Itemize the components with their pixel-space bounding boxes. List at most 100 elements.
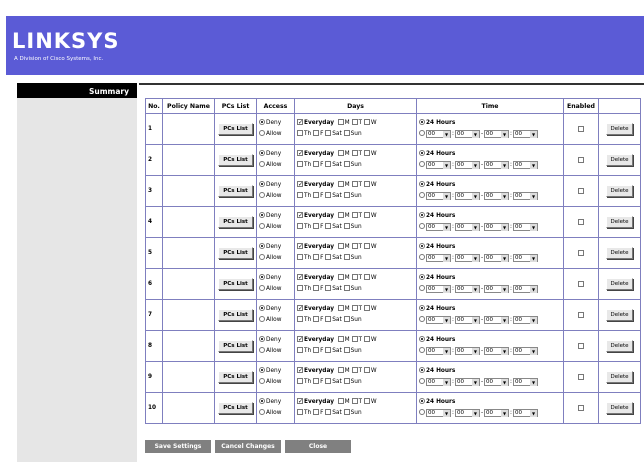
end-hour-select[interactable]: 00 ▼ bbox=[484, 253, 510, 262]
everyday-checkbox[interactable] bbox=[297, 367, 303, 374]
everyday-checkbox[interactable] bbox=[297, 181, 303, 188]
deny-radio[interactable] bbox=[259, 212, 265, 218]
deny-radio[interactable] bbox=[259, 336, 265, 342]
delete-button[interactable]: Delete bbox=[606, 247, 633, 259]
enabled-checkbox[interactable] bbox=[577, 156, 584, 163]
close-button[interactable]: Close bbox=[285, 440, 351, 453]
wednesday-checkbox[interactable] bbox=[363, 305, 370, 311]
thursday-checkbox[interactable] bbox=[297, 378, 303, 384]
monday-checkbox[interactable] bbox=[337, 243, 344, 249]
start-hour-select[interactable]: 00 ▼ bbox=[426, 346, 451, 355]
all-day-radio[interactable] bbox=[419, 243, 425, 249]
pcs-list-button[interactable]: PCs List bbox=[218, 309, 253, 321]
start-minute-select[interactable]: 00 ▼ bbox=[454, 284, 480, 293]
start-hour-select[interactable]: 00 ▼ bbox=[426, 377, 451, 386]
access-deny-option[interactable]: Deny bbox=[259, 242, 292, 253]
everyday-checkbox[interactable] bbox=[297, 398, 303, 405]
sunday-checkbox[interactable] bbox=[343, 409, 350, 415]
sunday-checkbox[interactable] bbox=[343, 223, 350, 229]
sunday-checkbox[interactable] bbox=[343, 285, 350, 291]
pcs-list-button[interactable]: PCs List bbox=[218, 154, 253, 166]
access-deny-option[interactable]: Deny bbox=[259, 149, 292, 160]
sunday-checkbox[interactable] bbox=[343, 378, 350, 384]
saturday-checkbox[interactable] bbox=[325, 316, 332, 322]
wednesday-checkbox[interactable] bbox=[363, 150, 370, 156]
enabled-checkbox[interactable] bbox=[577, 187, 584, 194]
end-minute-select[interactable]: 00 ▼ bbox=[513, 377, 538, 386]
enabled-checkbox[interactable] bbox=[577, 404, 584, 411]
time-range-radio[interactable] bbox=[419, 223, 425, 229]
thursday-checkbox[interactable] bbox=[297, 192, 303, 198]
friday-checkbox[interactable] bbox=[313, 378, 320, 384]
deny-radio[interactable] bbox=[259, 274, 265, 280]
access-allow-option[interactable]: Allow bbox=[259, 377, 292, 388]
sunday-checkbox[interactable] bbox=[343, 161, 350, 167]
allow-radio[interactable] bbox=[259, 285, 265, 291]
tuesday-checkbox[interactable] bbox=[351, 181, 358, 187]
delete-button[interactable]: Delete bbox=[606, 371, 633, 383]
sunday-checkbox[interactable] bbox=[343, 254, 350, 260]
saturday-checkbox[interactable] bbox=[325, 223, 332, 229]
access-allow-option[interactable]: Allow bbox=[259, 346, 292, 357]
all-day-radio[interactable] bbox=[419, 150, 425, 156]
saturday-checkbox[interactable] bbox=[325, 285, 332, 291]
end-minute-select[interactable]: 00 ▼ bbox=[513, 315, 538, 324]
monday-checkbox[interactable] bbox=[337, 367, 344, 373]
end-minute-select[interactable]: 00 ▼ bbox=[513, 129, 538, 138]
friday-checkbox[interactable] bbox=[313, 192, 320, 198]
pcs-list-button[interactable]: PCs List bbox=[218, 371, 253, 383]
allow-radio[interactable] bbox=[259, 409, 265, 415]
everyday-checkbox[interactable] bbox=[297, 243, 303, 250]
tuesday-checkbox[interactable] bbox=[351, 119, 358, 125]
all-day-radio[interactable] bbox=[419, 212, 425, 218]
access-allow-option[interactable]: Allow bbox=[259, 315, 292, 326]
saturday-checkbox[interactable] bbox=[325, 409, 332, 415]
time-range-radio[interactable] bbox=[419, 254, 425, 260]
end-hour-select[interactable]: 00 ▼ bbox=[484, 191, 510, 200]
pcs-list-button[interactable]: PCs List bbox=[218, 123, 253, 135]
sunday-checkbox[interactable] bbox=[343, 316, 350, 322]
access-allow-option[interactable]: Allow bbox=[259, 129, 292, 140]
start-minute-select[interactable]: 00 ▼ bbox=[454, 377, 480, 386]
time-range-radio[interactable] bbox=[419, 378, 425, 384]
access-deny-option[interactable]: Deny bbox=[259, 397, 292, 408]
start-minute-select[interactable]: 00 ▼ bbox=[454, 253, 480, 262]
access-allow-option[interactable]: Allow bbox=[259, 408, 292, 419]
end-hour-select[interactable]: 00 ▼ bbox=[484, 222, 510, 231]
friday-checkbox[interactable] bbox=[313, 161, 320, 167]
saturday-checkbox[interactable] bbox=[325, 130, 332, 136]
access-allow-option[interactable]: Allow bbox=[259, 284, 292, 295]
access-deny-option[interactable]: Deny bbox=[259, 304, 292, 315]
delete-button[interactable]: Delete bbox=[606, 309, 633, 321]
friday-checkbox[interactable] bbox=[313, 285, 320, 291]
start-minute-select[interactable]: 00 ▼ bbox=[454, 222, 480, 231]
allow-radio[interactable] bbox=[259, 130, 265, 136]
access-allow-option[interactable]: Allow bbox=[259, 253, 292, 264]
end-hour-select[interactable]: 00 ▼ bbox=[484, 346, 510, 355]
start-hour-select[interactable]: 00 ▼ bbox=[426, 191, 451, 200]
thursday-checkbox[interactable] bbox=[297, 347, 303, 353]
time-range-radio[interactable] bbox=[419, 316, 425, 322]
all-day-radio[interactable] bbox=[419, 119, 425, 125]
everyday-checkbox[interactable] bbox=[297, 150, 303, 157]
delete-button[interactable]: Delete bbox=[606, 123, 633, 135]
time-range-radio[interactable] bbox=[419, 409, 425, 415]
wednesday-checkbox[interactable] bbox=[363, 336, 370, 342]
wednesday-checkbox[interactable] bbox=[363, 212, 370, 218]
enabled-checkbox[interactable] bbox=[577, 373, 584, 380]
save-settings-button[interactable]: Save Settings bbox=[145, 440, 211, 453]
all-day-radio[interactable] bbox=[419, 274, 425, 280]
enabled-checkbox[interactable] bbox=[577, 218, 584, 225]
time-range-radio[interactable] bbox=[419, 347, 425, 353]
end-minute-select[interactable]: 00 ▼ bbox=[513, 191, 538, 200]
start-hour-select[interactable]: 00 ▼ bbox=[426, 222, 451, 231]
enabled-checkbox[interactable] bbox=[577, 249, 584, 256]
tuesday-checkbox[interactable] bbox=[351, 274, 358, 280]
start-hour-select[interactable]: 00 ▼ bbox=[426, 129, 451, 138]
monday-checkbox[interactable] bbox=[337, 181, 344, 187]
friday-checkbox[interactable] bbox=[313, 254, 320, 260]
access-deny-option[interactable]: Deny bbox=[259, 273, 292, 284]
enabled-checkbox[interactable] bbox=[577, 280, 584, 287]
monday-checkbox[interactable] bbox=[337, 398, 344, 404]
sunday-checkbox[interactable] bbox=[343, 130, 350, 136]
